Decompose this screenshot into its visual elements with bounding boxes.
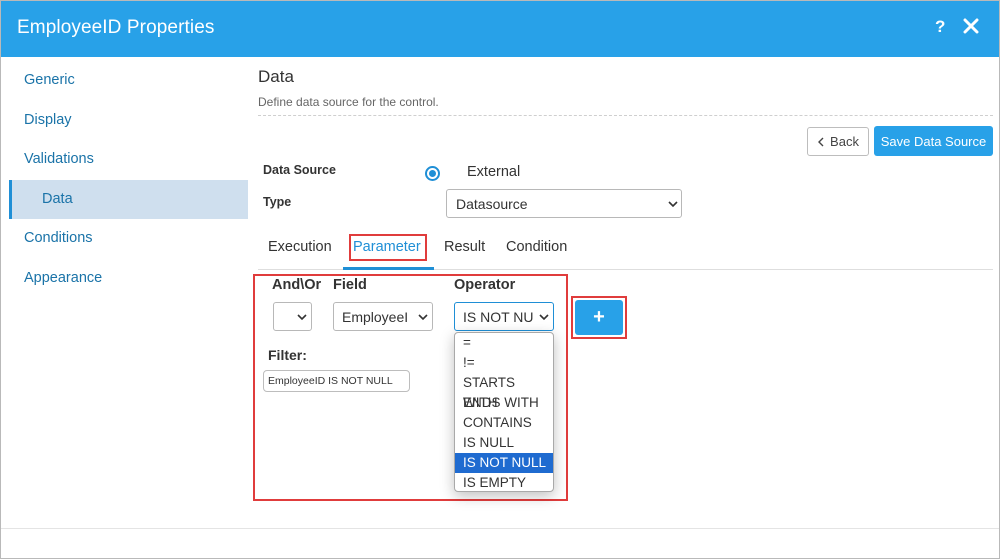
andor-label: And\Or [272, 277, 322, 293]
field-select[interactable]: EmployeeI [333, 302, 433, 331]
type-select[interactable]: Datasource [446, 189, 682, 218]
filter-input[interactable]: EmployeeID IS NOT NULL [263, 370, 410, 392]
field-select-value: EmployeeI [342, 309, 409, 325]
dropdown-option[interactable]: ENDS WITH [455, 393, 553, 413]
chevron-down-icon [668, 201, 678, 208]
dialog-titlebar: EmployeeID Properties ? [1, 1, 999, 57]
field-label: Field [333, 277, 367, 293]
tab-execution[interactable]: Execution [268, 239, 332, 255]
sidebar-item-conditions[interactable]: Conditions [9, 219, 248, 258]
chevron-down-icon [418, 314, 428, 321]
back-button-label: Back [830, 134, 859, 149]
sidebar-item-validations[interactable]: Validations [9, 140, 248, 179]
operator-dropdown-list: = != STARTS WITH ENDS WITH CONTAINS IS N… [454, 332, 554, 492]
andor-select[interactable] [273, 302, 312, 331]
chevron-down-icon [539, 314, 549, 321]
sidebar-item-display[interactable]: Display [9, 101, 248, 140]
plus-icon: + [593, 306, 605, 328]
dropdown-option[interactable]: IS EMPTY [455, 473, 553, 491]
tab-highlight [349, 234, 427, 261]
sidebar-item-appearance[interactable]: Appearance [9, 259, 248, 298]
external-radio[interactable] [425, 166, 440, 181]
tab-condition[interactable]: Condition [506, 239, 567, 255]
footer-divider [1, 528, 999, 529]
section-subtitle: Define data source for the control. [258, 95, 439, 109]
dropdown-option[interactable]: IS NULL [455, 433, 553, 453]
sidebar-item-generic[interactable]: Generic [9, 61, 248, 100]
chevron-left-icon [818, 137, 824, 146]
data-source-label: Data Source [263, 163, 336, 177]
operator-select-value: IS NOT NU [463, 309, 534, 325]
sidebar-item-data[interactable]: Data [9, 180, 248, 219]
dialog-title: EmployeeID Properties [17, 17, 215, 38]
dropdown-option[interactable]: STARTS WITH [455, 373, 553, 410]
dropdown-option[interactable]: CONTAINS [455, 413, 553, 433]
active-tab-underline [343, 267, 434, 270]
dropdown-option-selected[interactable]: IS NOT NULL [455, 453, 553, 473]
add-parameter-button[interactable]: + [575, 300, 623, 335]
save-data-source-button[interactable]: Save Data Source [874, 126, 993, 156]
dropdown-option[interactable]: = [455, 333, 553, 353]
external-radio-label: External [467, 164, 521, 180]
dropdown-option[interactable]: != [455, 353, 553, 373]
filter-label: Filter: [268, 347, 307, 363]
operator-label: Operator [454, 277, 516, 293]
section-divider [258, 115, 993, 116]
tab-result[interactable]: Result [444, 239, 485, 255]
close-icon[interactable] [963, 18, 979, 34]
type-label: Type [263, 195, 292, 209]
type-select-value: Datasource [456, 196, 528, 212]
section-title: Data [258, 67, 294, 86]
operator-select[interactable]: IS NOT NU [454, 302, 554, 331]
help-button[interactable]: ? [935, 17, 945, 37]
chevron-down-icon [297, 314, 307, 321]
back-button[interactable]: Back [807, 127, 869, 156]
properties-dialog: EmployeeID Properties ? Generic Display … [0, 0, 1000, 559]
